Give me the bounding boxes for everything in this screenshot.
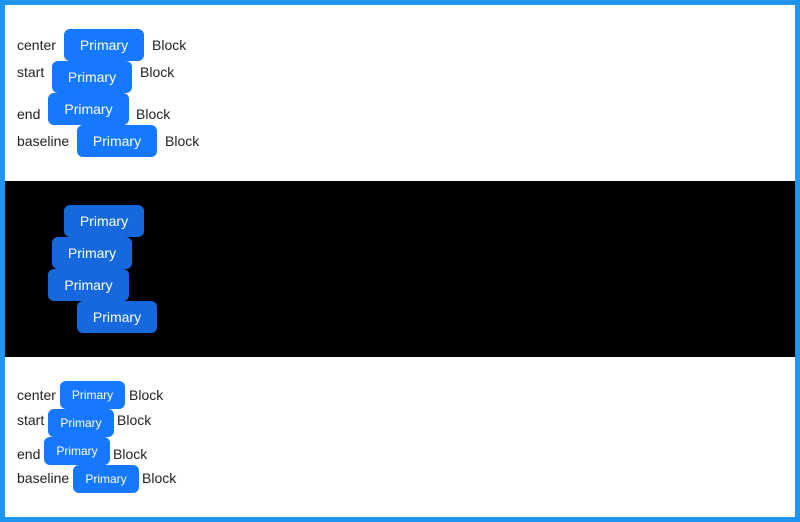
small-block-text-center: Block: [129, 387, 164, 403]
primary-button-start[interactable]: Primary: [52, 61, 132, 93]
small-primary-button-center[interactable]: Primary: [60, 381, 125, 409]
block-text-center: Block: [152, 37, 187, 53]
block-text-start: Block: [140, 64, 175, 80]
block-text-end: Block: [136, 106, 171, 122]
label-start: start: [17, 64, 45, 80]
small-primary-button-start[interactable]: Primary: [48, 409, 114, 437]
label-baseline: baseline: [17, 133, 70, 149]
small-label-end: end: [17, 446, 41, 462]
block-text-baseline: Block: [165, 133, 200, 149]
small-block-text-baseline: Block: [142, 470, 177, 486]
dark-primary-button-2[interactable]: Primary: [52, 237, 132, 269]
primary-button-center[interactable]: Primary: [64, 29, 144, 61]
dark-primary-button-3[interactable]: Primary: [48, 269, 129, 301]
small-block-text-start: Block: [117, 412, 152, 428]
small-label-baseline: baseline: [17, 470, 70, 486]
small-label-center: center: [17, 387, 56, 403]
dark-primary-button-4[interactable]: Primary: [77, 301, 157, 333]
primary-button-baseline[interactable]: Primary: [77, 125, 157, 157]
dark-primary-button-1[interactable]: Primary: [64, 205, 144, 237]
small-primary-button-baseline[interactable]: Primary: [73, 465, 139, 493]
small-label-start: start: [17, 412, 45, 428]
small-block-text-end: Block: [113, 446, 148, 462]
primary-button-end[interactable]: Primary: [48, 93, 129, 125]
small-primary-button-end[interactable]: Primary: [44, 437, 110, 465]
label-center: center: [17, 37, 56, 53]
label-end: end: [17, 106, 41, 122]
